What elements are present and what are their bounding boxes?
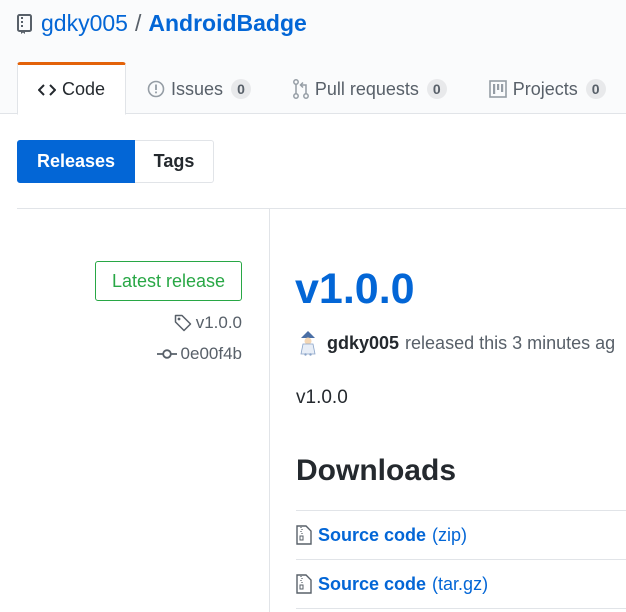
release-author-link[interactable]: gdky005	[327, 333, 399, 354]
asset-row[interactable]: Source code (zip)	[296, 511, 626, 560]
tab-issues[interactable]: Issues 0	[126, 62, 272, 114]
code-icon	[38, 83, 56, 96]
asset-name-link[interactable]: Source code	[318, 574, 426, 595]
repository-header: gdky005 / AndroidBadge Code Issues 0 Pul…	[0, 0, 626, 115]
issues-counter: 0	[231, 79, 251, 99]
avatar[interactable]	[296, 330, 320, 356]
release-commit-label: 0e00f4b	[180, 344, 242, 363]
tags-tab-button[interactable]: Tags	[135, 140, 214, 183]
tab-code-label: Code	[62, 79, 106, 99]
tab-pull-requests-label: Pull requests	[314, 78, 419, 99]
release-meta-divider	[269, 209, 270, 612]
project-icon	[488, 80, 507, 98]
tab-issues-label: Issues	[171, 78, 224, 99]
tab-projects-label: Projects	[512, 78, 578, 99]
asset-format-link[interactable]: (tar.gz)	[432, 574, 488, 595]
section-divider	[17, 208, 626, 209]
projects-counter: 0	[585, 79, 606, 99]
downloads-heading: Downloads	[296, 454, 457, 487]
repo-icon	[17, 13, 33, 34]
release-tag-label: v1.0.0	[195, 313, 242, 332]
git-commit-icon	[156, 349, 177, 359]
release-title[interactable]: v1.0.0	[295, 265, 415, 314]
release-notes: v1.0.0	[296, 387, 348, 408]
latest-release-badge: Latest release	[95, 261, 242, 301]
repo-title: gdky005 / AndroidBadge	[17, 8, 307, 38]
asset-row[interactable]: Source code (tar.gz)	[296, 560, 626, 609]
tag-icon	[174, 314, 191, 332]
tab-code[interactable]: Code	[17, 62, 127, 115]
file-zip-icon	[296, 525, 312, 545]
repo-owner-link[interactable]: gdky005	[41, 10, 128, 37]
release-assets: Source code (zip) Source code (tar.gz)	[296, 510, 626, 609]
release-commit[interactable]: 0e00f4b	[156, 344, 242, 364]
path-separator: /	[134, 9, 142, 36]
asset-name-link[interactable]: Source code	[318, 525, 426, 546]
releases-subnav: Releases Tags	[17, 140, 214, 183]
repo-name-link[interactable]: AndroidBadge	[148, 10, 306, 37]
git-pull-request-icon	[292, 79, 309, 99]
release-byline-text: released this 3 minutes ag	[405, 332, 616, 353]
asset-format-link[interactable]: (zip)	[432, 525, 467, 546]
issue-opened-icon	[147, 80, 165, 98]
file-zip-icon	[296, 574, 312, 594]
repo-nav: Code Issues 0 Pull requests 0 Projects 0	[17, 62, 626, 115]
tab-pull-requests[interactable]: Pull requests 0	[272, 62, 468, 114]
release-tag[interactable]: v1.0.0	[174, 313, 242, 333]
release-byline: gdky005 released this 3 minutes ag	[296, 330, 615, 356]
tab-projects[interactable]: Projects 0	[468, 62, 626, 114]
releases-tab-button[interactable]: Releases	[17, 140, 135, 183]
pull-requests-counter: 0	[426, 79, 447, 99]
